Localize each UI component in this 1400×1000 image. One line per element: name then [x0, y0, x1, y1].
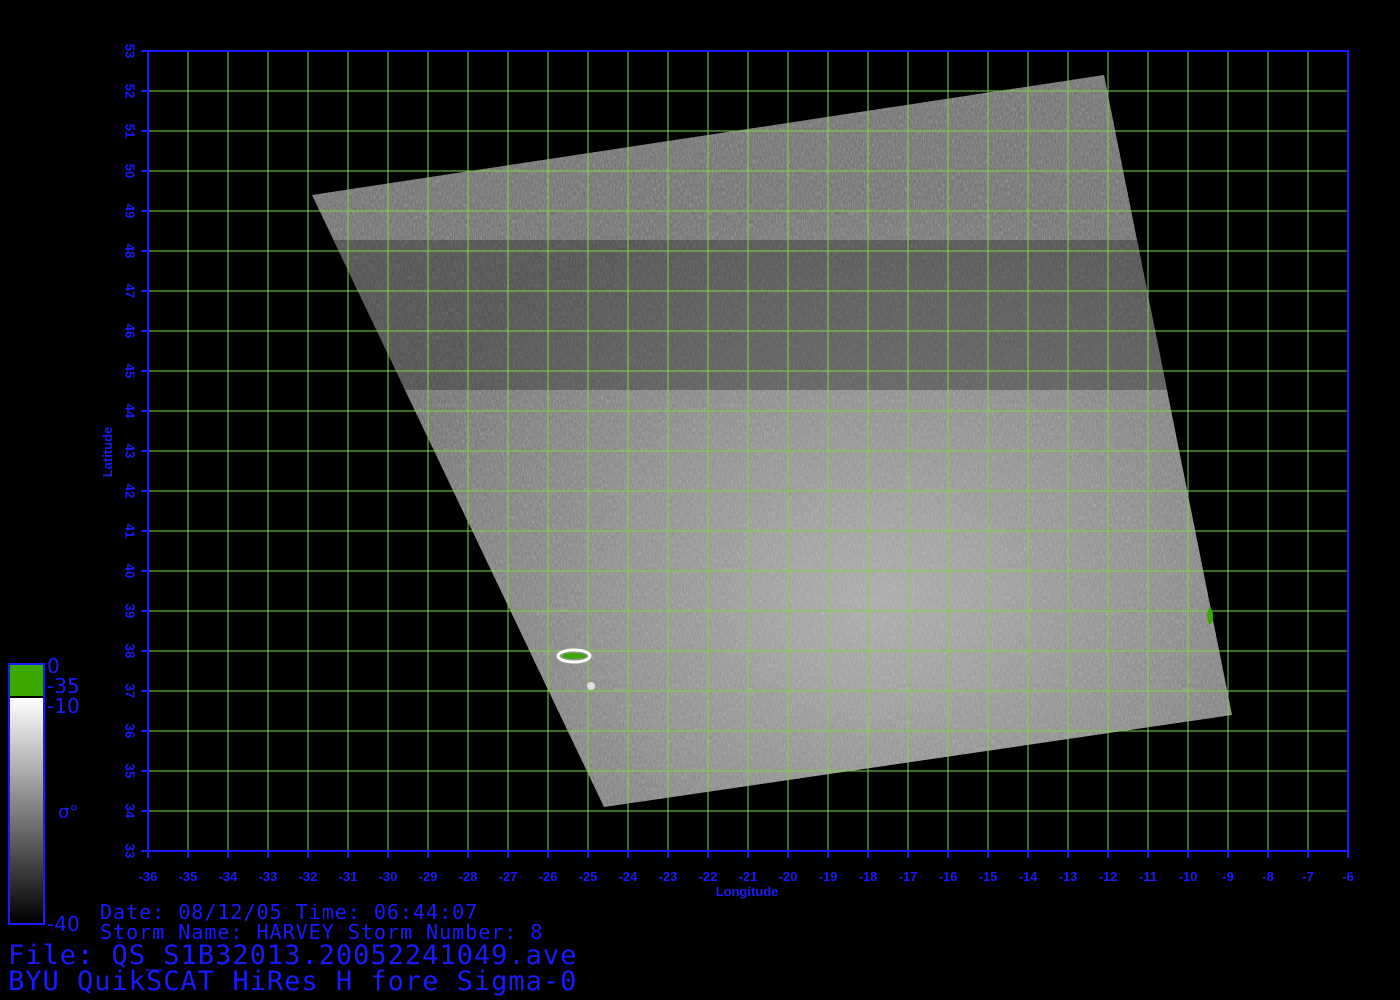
y-tick-label: 41	[123, 524, 138, 538]
y-tick-label: 47	[123, 284, 138, 298]
y-tick-label: 42	[123, 484, 138, 498]
x-tick-label: -7	[1302, 869, 1314, 884]
x-tick-label: -22	[699, 869, 718, 884]
y-tick-label: 34	[123, 804, 138, 819]
x-tick-label: -18	[859, 869, 878, 884]
y-tick-label: 45	[123, 364, 138, 378]
y-tick-label: 44	[123, 404, 138, 419]
x-tick-label: -29	[419, 869, 438, 884]
x-tick-label: -11	[1139, 869, 1157, 884]
x-tick-label: -30	[379, 869, 398, 884]
x-tick-label: -10	[1179, 869, 1198, 884]
y-tick-label: 50	[123, 164, 138, 178]
product-title: BYU QuikSCAT HiRes H fore Sigma-0	[8, 966, 578, 997]
x-tick-label: -20	[779, 869, 798, 884]
colorbar-label-bottom: -40	[47, 912, 80, 936]
x-tick-label: -23	[659, 869, 678, 884]
x-tick-label: -27	[499, 869, 518, 884]
x-tick-label: -28	[459, 869, 478, 884]
x-axis-ticks: -36 -35 -34 -33 -32 -31 -30 -29 -28 -27 -26 -25 -24 -…	[139, 851, 1354, 884]
x-tick-label: -34	[219, 869, 239, 884]
x-axis-title: Longitude	[716, 884, 779, 899]
y-tick-label: 36	[123, 724, 138, 738]
map-plot: -36 -35 -34 -33 -32 -31 -30 -29 -28 -27 -26 -25 -24 -…	[8, 44, 1354, 925]
x-tick-label: -24	[619, 869, 639, 884]
y-tick-label: 46	[123, 324, 138, 338]
y-tick-label: 35	[123, 764, 138, 778]
x-tick-label: -21	[739, 869, 758, 884]
colorbar	[8, 663, 45, 925]
swath-image	[312, 75, 1232, 807]
x-tick-label: -17	[899, 869, 918, 884]
y-tick-label: 49	[123, 204, 138, 218]
x-tick-label: -13	[1059, 869, 1078, 884]
colorbar-label-symbol: σ°	[58, 802, 79, 823]
x-tick-label: -32	[299, 869, 318, 884]
y-tick-label: 39	[123, 604, 138, 618]
x-tick-label: -26	[539, 869, 558, 884]
y-tick-label: 53	[123, 44, 138, 58]
y-axis-ticks: 33 34 35 36 37 38 39 40 41 42 43 44 45 46 47 48 49 50 51 52…	[123, 44, 148, 858]
y-tick-label: 52	[123, 84, 138, 98]
x-tick-label: -12	[1099, 869, 1118, 884]
y-tick-label: 40	[123, 564, 138, 578]
x-tick-label: -6	[1342, 869, 1354, 884]
y-tick-label: 48	[123, 244, 138, 258]
colorbar-label-gray-top: -10	[47, 694, 80, 718]
x-tick-label: -8	[1262, 869, 1274, 884]
x-tick-label: -35	[179, 869, 198, 884]
x-tick-label: -36	[139, 869, 158, 884]
x-tick-label: -33	[259, 869, 278, 884]
y-tick-label: 38	[123, 644, 138, 658]
x-tick-label: -14	[1019, 869, 1039, 884]
y-tick-label: 43	[123, 444, 138, 458]
y-tick-label: 37	[123, 684, 138, 698]
y-tick-label: 33	[123, 844, 138, 858]
x-tick-label: -25	[579, 869, 598, 884]
x-tick-label: -16	[939, 869, 958, 884]
x-tick-label: -19	[819, 869, 838, 884]
map-grid	[148, 51, 1348, 851]
y-tick-label: 51	[123, 124, 138, 138]
x-tick-label: -31	[339, 869, 358, 884]
x-tick-label: -9	[1222, 869, 1234, 884]
x-tick-label: -15	[979, 869, 998, 884]
y-axis-title: Latitude	[100, 427, 115, 478]
